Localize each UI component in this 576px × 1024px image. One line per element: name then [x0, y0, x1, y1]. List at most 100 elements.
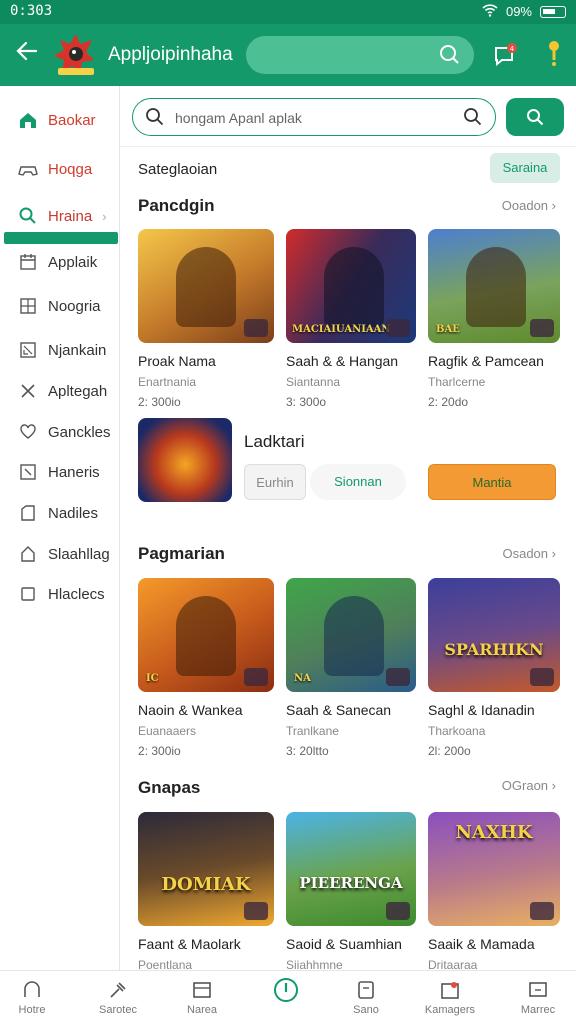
section-see-all-link[interactable]: OGraon › [502, 778, 556, 793]
nav-item-center[interactable] [256, 978, 316, 1004]
nav-item-tray[interactable]: Narea [172, 979, 232, 1016]
featured-game-thumbnail[interactable] [138, 418, 232, 502]
sidebar-item-0[interactable]: Baokar [0, 100, 120, 140]
category-header: Sateglaoian [138, 161, 218, 178]
sidebar-item-label: Haneris [48, 463, 100, 481]
platform-badge-icon [386, 902, 410, 920]
featured-title: Ladktari [244, 432, 305, 451]
top-search-bar[interactable] [246, 36, 474, 74]
sidebar-item-3[interactable]: Applaik [0, 242, 120, 282]
search-icon [463, 107, 483, 132]
game-thumbnail: PIEERENGA [286, 812, 416, 926]
sidebar-item-7[interactable]: Ganckles [0, 412, 120, 452]
inbox-icon [18, 462, 38, 482]
game-card[interactable]: Proak Nama Enartnania 2: 300io [138, 229, 274, 409]
wifi-icon [482, 3, 498, 20]
game-card[interactable]: MACIAIUANIAAN Saah & & Hangan Siantanna … [286, 229, 416, 409]
game-thumbnail: SPARHIKN [428, 578, 560, 692]
game-logo-text: DOMIAK [161, 874, 251, 895]
featured-option-button[interactable]: Sionnan [310, 464, 406, 500]
sidebar-item-label: Njankain [48, 341, 107, 359]
sidebar-item-label: Noogria [48, 297, 101, 315]
nav-item-gift[interactable]: Kamagers [420, 979, 480, 1016]
nav-item-tv[interactable]: Marrec [508, 979, 568, 1016]
game-thumbnail: NA [286, 578, 416, 692]
platform-badge-icon [386, 668, 410, 686]
game-subtitle: Tranlkane [286, 724, 339, 738]
game-thumbnail: BAE [428, 229, 560, 343]
game-card[interactable]: NAXHK Saaik & Mamada Dritaaraa [428, 812, 560, 972]
nav-item-home[interactable]: Hotre [2, 979, 62, 1016]
sidebar-item-label: Nadiles [48, 504, 99, 522]
search-button[interactable] [506, 98, 564, 136]
platform-badge-icon [530, 668, 554, 686]
sidebar-item-4[interactable]: Noogria [0, 286, 120, 326]
notification-chat-icon[interactable]: 4 [492, 42, 520, 70]
game-name: Saah & Sanecan [286, 702, 392, 718]
chevron-right-icon: › [102, 208, 107, 224]
tray-icon [172, 979, 232, 1001]
main-content: hongam Apanl aplak Sateglaoian Saraina P… [120, 86, 576, 972]
search-input[interactable]: hongam Apanl aplak [132, 98, 496, 136]
game-thumbnail: NAXHK [428, 812, 560, 926]
sidebar-item-6[interactable]: Apltegah [0, 371, 120, 411]
game-card[interactable]: BAE Ragfik & Pamcean Tharlcerne 2: 20do [428, 229, 560, 409]
nav-label: Sarotec [99, 1004, 137, 1016]
sidebar-item-label: Ganckles [48, 423, 111, 441]
nav-item-note[interactable]: Sano [336, 979, 396, 1016]
game-card[interactable]: IC Naoin & Wankea Euanaaers 2: 300io [138, 578, 274, 758]
calendar-icon [18, 252, 38, 272]
character-figure [466, 247, 526, 327]
featured-option-button[interactable]: Eurhin [244, 464, 306, 500]
see-all-label: Ooadon [501, 198, 549, 213]
game-card[interactable]: PIEERENGA Saoid & Suamhian Siiahhmne [286, 812, 416, 972]
heart-icon [18, 422, 38, 442]
grid-icon [18, 296, 38, 316]
lightbulb-icon[interactable] [544, 40, 564, 70]
nav-label: Kamagers [424, 1004, 476, 1016]
sidebar-item-label: Baokar [48, 111, 96, 129]
game-name: Saoid & Suamhian [286, 936, 402, 952]
cross-tools-icon [18, 381, 38, 401]
platform-badge-icon [530, 902, 554, 920]
bag-icon [18, 544, 38, 564]
game-card[interactable]: SPARHIKN Saghl & Idanadin Tharkoana 2l: … [428, 578, 560, 758]
game-name: Ragfik & Pamcean [428, 353, 544, 369]
section-see-all-link[interactable]: Ooadon › [502, 198, 556, 213]
expand-icon [18, 340, 38, 360]
platform-badge-icon [244, 319, 268, 337]
game-logo-text: PIEERENGA [299, 874, 403, 892]
game-card[interactable]: DOMIAK Faant & Maolark Poentlana [138, 812, 274, 972]
game-thumbnail: DOMIAK [138, 812, 274, 926]
game-logo-text: NAXHK [455, 822, 533, 843]
sidebar-item-2[interactable]: Hraina › [0, 196, 120, 236]
gift-icon [420, 979, 480, 1001]
sidebar-item-label: Apltegah [48, 382, 108, 400]
featured-action-button[interactable]: Mantia [428, 464, 556, 500]
game-name: Saghl & Idanadin [428, 702, 535, 718]
nav-item-tools[interactable]: Sarotec [88, 979, 148, 1016]
game-meta: 2: 300io [138, 744, 181, 758]
square-icon [18, 584, 38, 604]
sidebar-item-1[interactable]: Hoqga [0, 149, 120, 189]
app-title: Appljoipinhaha [108, 44, 233, 65]
game-card[interactable]: NA Saah & Sanecan Tranlkane 3: 20ltto [286, 578, 416, 758]
note-icon [336, 979, 396, 1001]
sidebar-item-9[interactable]: Nadiles [0, 493, 120, 533]
game-subtitle: Enartnania [138, 375, 197, 389]
category-button[interactable]: Saraina [490, 153, 560, 183]
sidebar-item-5[interactable]: Njankain [0, 330, 120, 370]
section-title: Gnapas [138, 778, 201, 797]
sidebar-item-label: Hlaclecs [48, 585, 105, 603]
back-arrow-icon[interactable] [16, 40, 38, 66]
character-figure [176, 247, 236, 327]
home-icon [2, 979, 62, 1001]
sidebar-item-8[interactable]: Haneris [0, 452, 120, 492]
sidebar-item-10[interactable]: Slaahllag [0, 534, 120, 574]
character-figure [324, 247, 384, 327]
sidebar-item-11[interactable]: Hlaclecs [0, 574, 120, 614]
status-bar: 0:303 09% [0, 0, 576, 24]
character-figure [324, 596, 384, 676]
section-see-all-link[interactable]: Osadon › [502, 546, 556, 561]
game-logo-text: IC [146, 673, 159, 684]
